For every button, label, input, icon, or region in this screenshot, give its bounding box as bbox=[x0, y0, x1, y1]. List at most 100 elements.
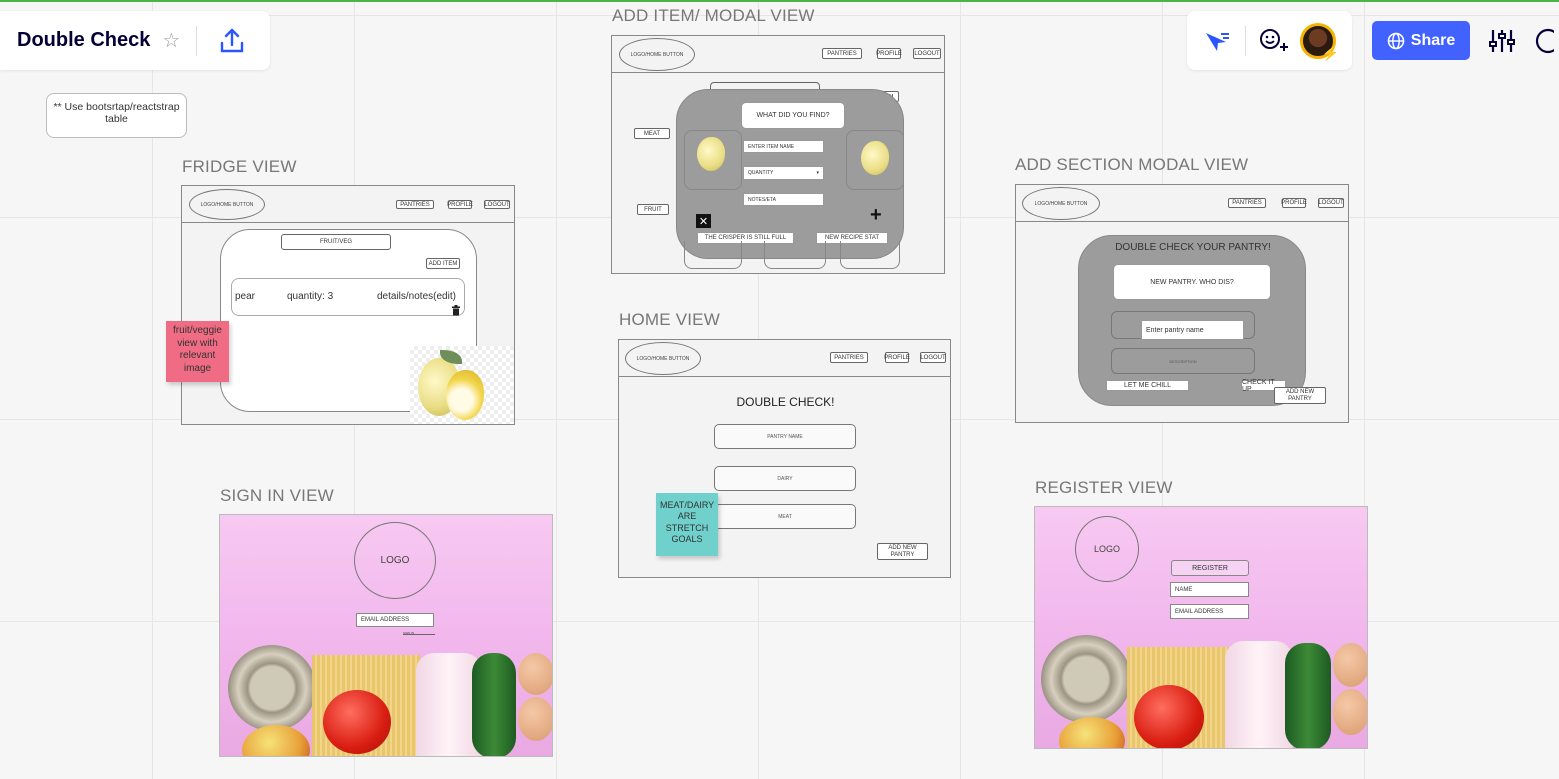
section-title-box: FRUIT/VEG bbox=[281, 234, 391, 250]
close-icon[interactable]: ✕ bbox=[696, 214, 711, 228]
sticky-note-pink[interactable]: fruit/veggie view with relevant image bbox=[166, 321, 229, 382]
divider bbox=[1245, 25, 1246, 56]
comment-note[interactable]: ** Use bootsrtap/reactstrap table bbox=[46, 93, 187, 138]
board-title[interactable]: Double Check bbox=[17, 29, 150, 52]
pear-shape bbox=[861, 141, 889, 175]
frame-label-add-section: ADD SECTION MODAL VIEW bbox=[1015, 155, 1249, 174]
collab-toolbar: ⚡ bbox=[1187, 11, 1352, 70]
wire-navbar: LOGO/HOME BUTTON PANTRIES PROFILE LOGOUT bbox=[1016, 185, 1348, 222]
pear-image bbox=[410, 346, 514, 424]
add-item-modal[interactable]: WHAT DID YOU FIND? ENTER ITEM NAME QUANT… bbox=[676, 89, 904, 259]
add-new-pantry-button[interactable]: ADD NEW PANTRY bbox=[877, 543, 928, 560]
board-title-bar: Double Check ☆ bbox=[0, 11, 270, 70]
add-new-pantry-button[interactable]: ADD NEW PANTRY bbox=[1274, 387, 1326, 404]
wire-pantries-button[interactable]: PANTRIES bbox=[1228, 198, 1266, 208]
item-row[interactable]: pear quantity: 3 details/notes(edit) bbox=[231, 278, 465, 316]
wire-profile-button[interactable]: PROFILE bbox=[876, 48, 902, 59]
divider bbox=[196, 25, 198, 56]
globe-icon bbox=[1387, 32, 1405, 49]
logo: LOGO bbox=[354, 522, 436, 599]
modal-subtitle: NEW PANTRY. WHO DIS? bbox=[1113, 264, 1271, 300]
share-button[interactable]: Share bbox=[1372, 21, 1470, 60]
wire-pantries-button[interactable]: PANTRIES bbox=[822, 48, 862, 59]
fridge-view-frame[interactable]: LOGO/HOME BUTTON PANTRIES PROFILE LOGOUT… bbox=[181, 185, 515, 425]
egg-image bbox=[1333, 689, 1367, 735]
quantity-select-label: QUANTITY bbox=[748, 170, 774, 176]
email-input[interactable]: EMAIL ADDRESS bbox=[1170, 604, 1249, 619]
wire-logo-button[interactable]: LOGO/HOME BUTTON bbox=[625, 342, 701, 375]
name-input[interactable]: NAME bbox=[1170, 582, 1249, 597]
wire-logout-button[interactable]: LOGOUT bbox=[1318, 198, 1344, 208]
register-button[interactable]: REGISTER bbox=[1171, 560, 1249, 576]
right-tools bbox=[1488, 28, 1554, 54]
wire-navbar: LOGO/HOME BUTTON PANTRIES PROFILE LOGOUT bbox=[612, 36, 944, 73]
plus-icon[interactable]: + bbox=[870, 204, 882, 227]
can-image bbox=[1041, 635, 1131, 723]
wire-profile-button[interactable]: PROFILE bbox=[447, 200, 473, 209]
avatar[interactable]: ⚡ bbox=[1300, 22, 1339, 61]
wire-pantries-button[interactable]: PANTRIES bbox=[396, 200, 434, 209]
register-view-frame[interactable]: LOGO REGISTER NAME EMAIL ADDRESS bbox=[1034, 506, 1368, 749]
wire-logout-button[interactable]: LOGOUT bbox=[913, 48, 941, 59]
apple-image bbox=[1059, 717, 1125, 748]
notes-input[interactable]: NOTES/ETA bbox=[743, 193, 824, 206]
item-card bbox=[684, 130, 742, 190]
egg-image bbox=[518, 697, 552, 741]
frame-label-sign-in: SIGN IN VIEW bbox=[220, 486, 334, 505]
reaction-icon[interactable] bbox=[1258, 27, 1288, 55]
modal-title: WHAT DID YOU FIND? bbox=[741, 102, 845, 129]
wire-navbar: LOGO/HOME BUTTON PANTRIES PROFILE LOGOUT bbox=[619, 340, 950, 377]
page-title: DOUBLE CHECK! bbox=[736, 395, 835, 409]
settings-sliders-icon[interactable] bbox=[1488, 28, 1516, 54]
tomato-image bbox=[1134, 685, 1204, 748]
pantry-card[interactable]: PANTRY NAME bbox=[714, 424, 856, 449]
add-item-view-frame[interactable]: LOGO/HOME BUTTON PANTRIES PROFILE LOGOUT… bbox=[611, 35, 945, 274]
wire-profile-button[interactable]: PROFILE bbox=[884, 352, 910, 363]
frame-label-fridge: FRIDGE VIEW bbox=[182, 157, 297, 176]
item-card bbox=[840, 241, 900, 269]
add-item-button[interactable]: ADD ITEM bbox=[426, 258, 460, 269]
share-label: Share bbox=[1410, 31, 1456, 49]
add-section-modal[interactable]: DOUBLE CHECK YOUR PANTRY! NEW PANTRY. WH… bbox=[1078, 235, 1306, 406]
logo: LOGO bbox=[1075, 516, 1139, 582]
sign-in-view-frame[interactable]: LOGO EMAIL ADDRESS SIGN IN bbox=[219, 514, 553, 757]
wire-profile-button[interactable]: PROFILE bbox=[1281, 198, 1307, 208]
frame-label-home: HOME VIEW bbox=[619, 310, 720, 329]
pantry-name-input[interactable]: Enter pantry name bbox=[1141, 320, 1244, 340]
quantity-select[interactable]: QUANTITY ▾ bbox=[743, 166, 824, 180]
cancel-button[interactable]: LET ME CHILL bbox=[1106, 380, 1189, 391]
star-icon[interactable]: ☆ bbox=[162, 28, 180, 53]
can-image bbox=[228, 645, 316, 731]
item-details-link[interactable]: details/notes(edit) bbox=[377, 291, 456, 302]
sign-in-link[interactable]: SIGN IN bbox=[403, 631, 435, 635]
chevron-down-icon: ▾ bbox=[816, 170, 819, 176]
trash-icon[interactable] bbox=[451, 305, 461, 316]
pantry-card[interactable]: DAIRY bbox=[714, 466, 856, 491]
pantry-card[interactable]: MEAT bbox=[714, 504, 856, 529]
sticky-note-teal[interactable]: MEAT/DAIRY ARE STRETCH GOALS bbox=[656, 493, 718, 556]
wire-logout-button[interactable]: LOGOUT bbox=[920, 352, 946, 363]
description-box[interactable]: DESCRIPTION bbox=[1111, 348, 1255, 374]
wire-logout-button[interactable]: LOGOUT bbox=[484, 200, 510, 209]
wire-logo-button[interactable]: LOGO/HOME BUTTON bbox=[1022, 187, 1100, 220]
cursor-icon[interactable] bbox=[1203, 29, 1231, 53]
pear-shape bbox=[697, 137, 725, 171]
egg-image bbox=[518, 653, 552, 695]
export-icon[interactable] bbox=[219, 27, 245, 55]
tomato-image bbox=[323, 690, 391, 754]
item-name-input[interactable]: ENTER ITEM NAME bbox=[743, 140, 824, 153]
pear-half bbox=[446, 370, 484, 420]
add-section-view-frame[interactable]: LOGO/HOME BUTTON PANTRIES PROFILE LOGOUT… bbox=[1015, 184, 1349, 423]
email-input[interactable]: EMAIL ADDRESS bbox=[356, 613, 434, 627]
wire-logo-button[interactable]: LOGO/HOME BUTTON bbox=[619, 38, 695, 71]
meat-tab[interactable]: MEAT bbox=[634, 128, 670, 139]
cucumber-image bbox=[472, 653, 516, 756]
bolt-icon: ⚡ bbox=[1321, 44, 1339, 61]
item-quantity: quantity: 3 bbox=[287, 291, 334, 302]
modal-title: DOUBLE CHECK YOUR PANTRY! bbox=[1115, 242, 1271, 253]
wire-pantries-button[interactable]: PANTRIES bbox=[830, 352, 868, 363]
wire-logo-button[interactable]: LOGO/HOME BUTTON bbox=[189, 189, 265, 220]
help-icon[interactable] bbox=[1534, 28, 1554, 54]
fruit-tab[interactable]: FRUIT bbox=[637, 204, 669, 215]
apple-image bbox=[242, 725, 310, 756]
